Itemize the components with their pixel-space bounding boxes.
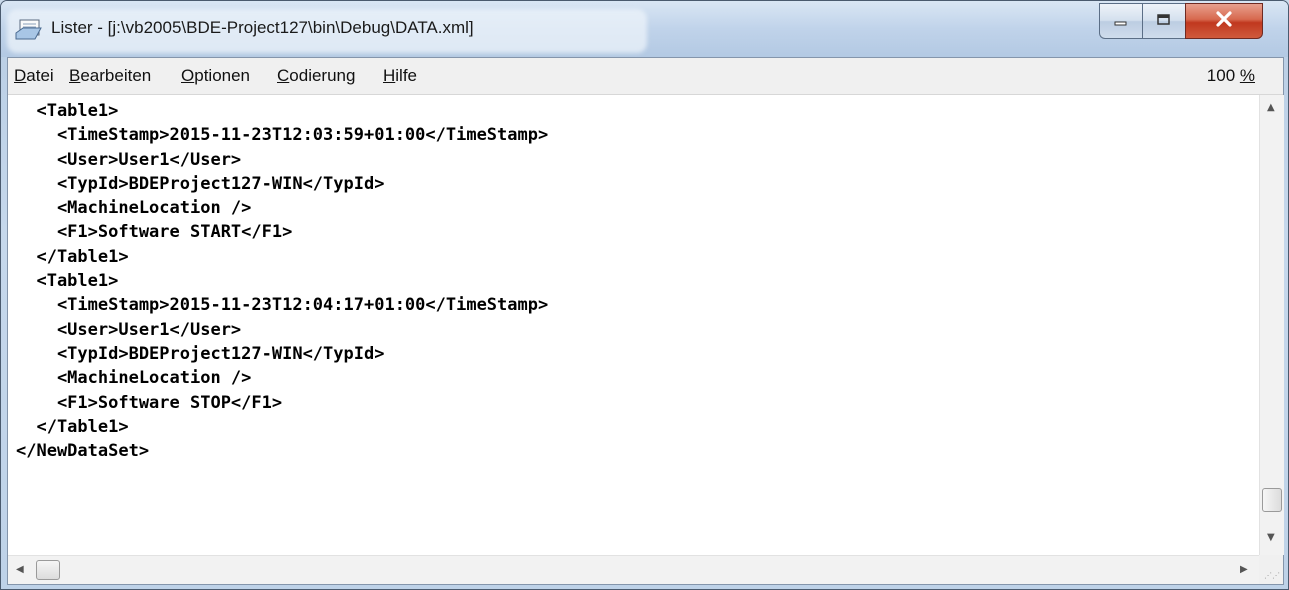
minimize-icon xyxy=(1113,12,1129,31)
close-icon xyxy=(1215,11,1233,31)
file-content: <Table1> <TimeStamp>2015-11-23T12:03:59+… xyxy=(8,95,1259,463)
resize-grip-icon: ⋰⋰ xyxy=(1264,571,1280,580)
text-line: <TypId>BDEProject127-WIN</TypId> xyxy=(56,173,385,194)
horizontal-scroll-thumb[interactable] xyxy=(36,560,60,580)
zoom-indicator[interactable]: 100 % xyxy=(1207,66,1255,86)
maximize-icon xyxy=(1156,12,1172,31)
caption-buttons xyxy=(1099,3,1263,41)
text-line: <MachineLocation /> xyxy=(56,368,252,389)
text-line: <User>User1</User> xyxy=(56,319,242,340)
maximize-button[interactable] xyxy=(1142,3,1185,39)
menu-bar: Datei Bearbeiten Optionen Codierung Hilf… xyxy=(8,58,1283,95)
client-area: Datei Bearbeiten Optionen Codierung Hilf… xyxy=(7,57,1284,585)
menu-optionen[interactable]: Optionen xyxy=(181,66,250,86)
minimize-button[interactable] xyxy=(1099,3,1142,39)
text-line: <User>User1</User> xyxy=(56,149,242,170)
resize-grip[interactable]: ⋰⋰ xyxy=(1259,555,1283,583)
lister-app-icon[interactable] xyxy=(15,17,43,41)
lister-window: Lister - [j:\vb2005\BDE-Project127\bin\D… xyxy=(0,0,1289,590)
vertical-scroll-thumb[interactable] xyxy=(1262,488,1282,512)
text-line: <TimeStamp>2015-11-23T12:04:17+01:00</Ti… xyxy=(56,295,549,316)
text-line: <TypId>BDEProject127-WIN</TypId> xyxy=(56,343,385,364)
text-line: <MachineLocation /> xyxy=(56,198,252,219)
text-line: </NewDataSet> xyxy=(16,441,150,462)
menu-bearbeiten[interactable]: Bearbeiten xyxy=(69,66,151,86)
text-line: </Table1> xyxy=(36,416,129,437)
text-line: <F1>Software STOP</F1> xyxy=(56,392,283,413)
scroll-right-arrow-icon[interactable]: ▶ xyxy=(1240,565,1248,575)
scroll-up-arrow-icon[interactable]: ▲ xyxy=(1267,103,1275,113)
scroll-left-arrow-icon[interactable]: ◀ xyxy=(16,565,24,575)
text-line: <F1>Software START</F1> xyxy=(56,222,293,243)
scroll-down-arrow-icon[interactable]: ▼ xyxy=(1267,533,1275,543)
window-title: Lister - [j:\vb2005\BDE-Project127\bin\D… xyxy=(51,18,474,37)
vertical-scrollbar[interactable]: ▲ ▼ xyxy=(1259,95,1284,555)
close-button[interactable] xyxy=(1185,3,1263,39)
text-line: <Table1> xyxy=(36,271,119,292)
text-line: <Table1> xyxy=(36,101,119,121)
horizontal-scrollbar[interactable]: ◀ ▶ xyxy=(8,555,1259,584)
text-line: <TimeStamp>2015-11-23T12:03:59+01:00</Ti… xyxy=(56,125,549,146)
menu-codierung[interactable]: Codierung xyxy=(277,66,355,86)
menu-datei[interactable]: Datei xyxy=(14,66,54,86)
title-bar[interactable]: Lister - [j:\vb2005\BDE-Project127\bin\D… xyxy=(1,1,1288,57)
text-line: </Table1> xyxy=(36,246,129,267)
text-viewer[interactable]: <Table1> <TimeStamp>2015-11-23T12:03:59+… xyxy=(8,95,1259,555)
menu-hilfe[interactable]: Hilfe xyxy=(383,66,417,86)
